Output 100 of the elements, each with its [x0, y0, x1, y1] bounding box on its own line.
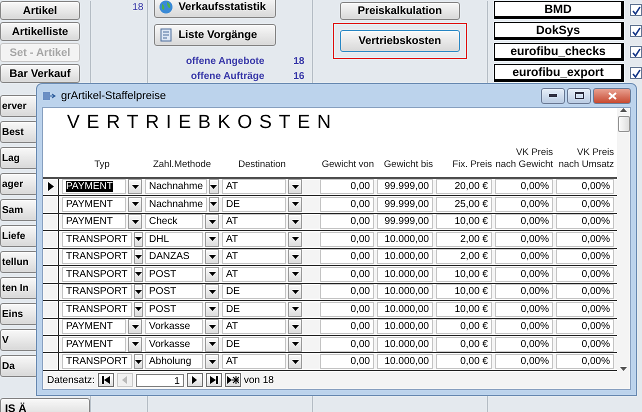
number-field[interactable]: 0,00: [320, 266, 374, 282]
dropdown-button[interactable]: [205, 232, 219, 247]
number-field[interactable]: 0,00: [320, 302, 374, 317]
number-field[interactable]: 0,00%: [556, 302, 614, 317]
combo-field[interactable]: Vorkasse: [145, 319, 203, 334]
dropdown-button[interactable]: [288, 336, 302, 352]
dropdown-button[interactable]: [288, 266, 302, 282]
number-field[interactable]: 0,00 €: [436, 319, 492, 334]
number-field[interactable]: 0,00: [320, 336, 374, 352]
number-field[interactable]: 0,00 €: [436, 336, 492, 352]
export-button[interactable]: eurofibu_checks: [494, 43, 624, 61]
number-field[interactable]: 0,00: [320, 196, 374, 212]
combo-field[interactable]: AT: [222, 354, 286, 370]
number-field[interactable]: 0,00%: [556, 319, 614, 334]
number-field[interactable]: 2,00 €: [436, 249, 492, 264]
dropdown-button[interactable]: [134, 232, 142, 247]
combo-field[interactable]: Check: [145, 214, 203, 230]
dropdown-button[interactable]: [288, 284, 302, 300]
export-button[interactable]: eurofibu_export: [494, 64, 624, 82]
checkbox[interactable]: [630, 4, 642, 16]
combo-field[interactable]: TRANSPORT: [62, 266, 132, 282]
menu-button[interactable]: Preiskalkulation: [340, 2, 460, 20]
number-field[interactable]: 0,00%: [556, 336, 614, 352]
number-field[interactable]: 2,00 €: [436, 232, 492, 247]
number-field[interactable]: 0,00%: [556, 266, 614, 282]
number-field[interactable]: 0,00%: [495, 354, 553, 370]
number-field[interactable]: 99.999,00: [377, 196, 433, 212]
combo-field[interactable]: DANZAS: [145, 249, 203, 264]
scrollbar[interactable]: [617, 108, 630, 371]
combo-field[interactable]: TRANSPORT: [62, 284, 132, 300]
number-field[interactable]: 0,00%: [495, 319, 553, 334]
dropdown-button[interactable]: [208, 179, 219, 194]
number-field[interactable]: 0,00: [320, 319, 374, 334]
checkbox[interactable]: [630, 46, 642, 58]
combo-field[interactable]: TRANSPORT: [62, 302, 132, 317]
export-button[interactable]: BMD: [494, 1, 624, 19]
number-field[interactable]: 10.000,00: [377, 354, 433, 370]
checkbox[interactable]: [630, 67, 642, 79]
combo-field[interactable]: Vorkasse: [145, 336, 203, 352]
dropdown-button[interactable]: [288, 302, 302, 317]
number-field[interactable]: 10.000,00: [377, 319, 433, 334]
menu-button[interactable]: Best: [0, 121, 38, 143]
menu-button[interactable]: ten In: [0, 277, 38, 299]
dropdown-button[interactable]: [205, 354, 219, 370]
combo-field[interactable]: POST: [145, 266, 203, 282]
dropdown-button[interactable]: [134, 266, 142, 282]
number-field[interactable]: 0,00%: [556, 196, 614, 212]
dropdown-button[interactable]: [205, 284, 219, 300]
dropdown-button[interactable]: [128, 319, 142, 334]
combo-field[interactable]: AT: [222, 249, 286, 264]
number-field[interactable]: 99.999,00: [377, 214, 433, 230]
number-field[interactable]: 0,00%: [556, 354, 614, 370]
next-record-button[interactable]: [186, 373, 203, 387]
combo-field[interactable]: DE: [222, 284, 286, 300]
minimize-button[interactable]: [541, 88, 565, 104]
maximize-button[interactable]: [567, 88, 591, 104]
record-number-field[interactable]: 1: [136, 374, 184, 386]
combo-field[interactable]: TRANSPORT: [62, 354, 132, 370]
number-field[interactable]: 10.000,00: [377, 336, 433, 352]
number-field[interactable]: 10,00 €: [436, 284, 492, 300]
combo-field[interactable]: TRANSPORT: [62, 249, 132, 264]
combo-field[interactable]: Nachnahme: [145, 196, 207, 212]
number-field[interactable]: 0,00%: [495, 266, 553, 282]
number-field[interactable]: 0,00%: [495, 179, 553, 194]
number-field[interactable]: 0,00: [320, 214, 374, 230]
export-button[interactable]: DokSys: [494, 22, 624, 40]
menu-button[interactable]: IS Ä: [0, 398, 90, 412]
combo-field[interactable]: POST: [145, 284, 203, 300]
combo-field[interactable]: AT: [222, 266, 286, 282]
menu-button[interactable]: tellun: [0, 251, 38, 273]
dropdown-button[interactable]: [134, 354, 142, 370]
dropdown-button[interactable]: [128, 179, 142, 194]
combo-field[interactable]: AT: [222, 319, 286, 334]
menu-button[interactable]: Liste Vorgänge: [154, 24, 276, 46]
dropdown-button[interactable]: [208, 196, 219, 212]
number-field[interactable]: 99.999,00: [377, 179, 433, 194]
dropdown-button[interactable]: [128, 214, 142, 230]
dropdown-button[interactable]: [288, 319, 302, 334]
dropdown-button[interactable]: [288, 214, 302, 230]
number-field[interactable]: 0,00%: [495, 196, 553, 212]
menu-button[interactable]: ager: [0, 173, 38, 195]
combo-field[interactable]: POST: [145, 302, 203, 317]
combo-field[interactable]: PAYMENT: [62, 179, 126, 194]
number-field[interactable]: 0,00%: [495, 336, 553, 352]
menu-button[interactable]: Bar Verkauf: [0, 64, 80, 83]
menu-button[interactable]: Artikelliste: [0, 22, 80, 41]
dropdown-button[interactable]: [288, 179, 302, 194]
number-field[interactable]: 10,00 €: [436, 214, 492, 230]
number-field[interactable]: 0,00: [320, 284, 374, 300]
number-field[interactable]: 0,00%: [495, 232, 553, 247]
number-field[interactable]: 10.000,00: [377, 302, 433, 317]
dropdown-button[interactable]: [288, 249, 302, 264]
number-field[interactable]: 0,00%: [495, 302, 553, 317]
dropdown-button[interactable]: [134, 302, 142, 317]
menu-button[interactable]: Eins: [0, 303, 38, 325]
dropdown-button[interactable]: [205, 336, 219, 352]
number-field[interactable]: 0,00%: [495, 214, 553, 230]
combo-field[interactable]: PAYMENT: [62, 319, 126, 334]
new-record-button[interactable]: [224, 373, 241, 387]
number-field[interactable]: 0,00: [320, 249, 374, 264]
